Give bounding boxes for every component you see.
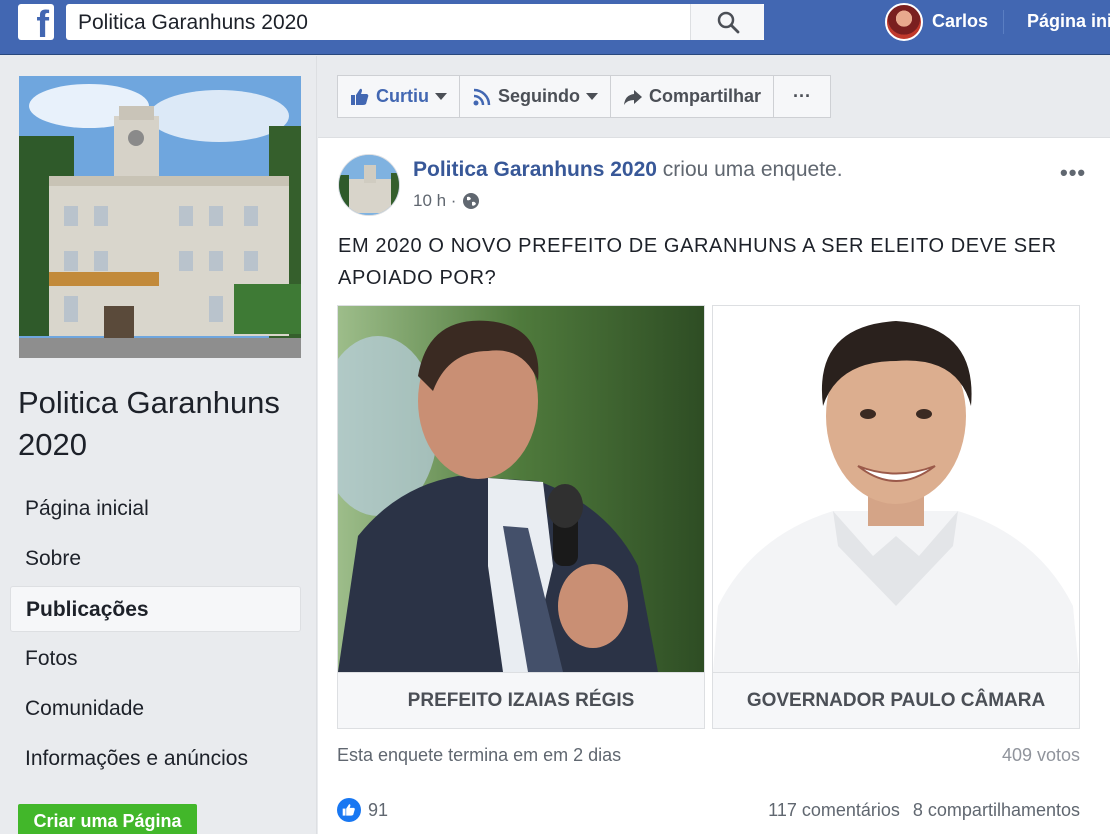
top-navigation-bar: f Politica Garanhuns 2020 Carlos Página … (0, 0, 1110, 55)
page-sidebar: Politica Garanhuns 2020 Página inicial S… (0, 56, 317, 834)
post-page-name-link[interactable]: Politica Garanhuns 2020 (413, 158, 657, 181)
facebook-logo-icon[interactable]: f (18, 4, 54, 44)
poll-end-text: Esta enquete termina em em 2 dias (337, 745, 622, 765)
post-header: Politica Garanhuns 2020 criou uma enquet… (413, 158, 843, 182)
page-nav: Página inicial Sobre Publicações Fotos C… (10, 486, 301, 786)
poll-option-2-photo (713, 306, 1079, 672)
globe-icon (463, 193, 480, 209)
share-button-label: Compartilhar (649, 86, 762, 106)
more-options-button[interactable]: ··· (773, 75, 832, 118)
following-button-label: Seguindo (498, 86, 580, 106)
nav-item-info-ads[interactable]: Informações e anúncios (10, 736, 301, 782)
nav-item-photos[interactable]: Fotos (10, 636, 301, 682)
poll-option-2-label: GOVERNADOR PAULO CÂMARA (713, 672, 1079, 728)
poll-option-1-label: PREFEITO IZAIAS RÉGIS (338, 672, 704, 728)
like-reaction-icon (337, 798, 361, 822)
following-button[interactable]: Seguindo (459, 75, 611, 118)
like-count: 91 (368, 799, 389, 820)
poll-vote-count[interactable]: 409 votos (998, 745, 1080, 766)
create-page-button[interactable]: Criar uma Página (18, 804, 197, 834)
thumbs-up-icon (351, 88, 369, 105)
comment-count-link[interactable]: 117 comentários (768, 800, 900, 820)
page-title: Politica Garanhuns 2020 (18, 385, 280, 462)
user-name-link[interactable]: Carlos (932, 11, 988, 32)
post-options-icon[interactable]: ••• (1060, 160, 1086, 186)
share-arrow-icon (624, 89, 642, 105)
chevron-down-icon (435, 93, 447, 100)
nav-item-posts[interactable]: Publicações (10, 586, 301, 632)
rss-icon (473, 88, 491, 105)
nav-item-about[interactable]: Sobre (10, 536, 301, 582)
page-profile-photo[interactable] (19, 76, 301, 358)
poll-option-1[interactable]: PREFEITO IZAIAS RÉGIS (337, 305, 705, 729)
poll-post: Politica Garanhuns 2020 criou uma enquet… (318, 137, 1110, 834)
post-action-text: criou uma enquete. (662, 158, 843, 181)
chevron-down-icon (586, 93, 598, 100)
nav-item-home[interactable]: Página inicial (10, 486, 301, 532)
more-icon: ··· (793, 86, 812, 106)
search-button[interactable] (690, 4, 764, 40)
poll-question: EM 2020 O NOVO PREFEITO DE GARANHUNS A S… (338, 235, 1057, 289)
liked-button-label: Curtiu (376, 86, 429, 106)
poll-option-2[interactable]: GOVERNADOR PAULO CÂMARA (712, 305, 1080, 729)
post-page-avatar[interactable] (338, 154, 400, 216)
nav-item-community[interactable]: Comunidade (10, 686, 301, 732)
search-icon (717, 11, 740, 34)
home-link[interactable]: Página inicial (1027, 11, 1110, 32)
reaction-summary[interactable]: 91 (337, 798, 388, 822)
liked-button[interactable]: Curtiu (337, 75, 460, 118)
post-stats: 117 comentários 8 compartilhamentos (718, 800, 1080, 821)
search-input[interactable]: Politica Garanhuns 2020 (66, 4, 764, 40)
page-action-bar: Curtiu Seguindo Compartilhar ··· (337, 75, 832, 118)
share-button[interactable]: Compartilhar (610, 75, 775, 118)
user-avatar[interactable] (885, 3, 923, 41)
post-time-text: 10 h · (413, 191, 457, 210)
share-count-link[interactable]: 8 compartilhamentos (913, 800, 1080, 820)
poll-option-1-photo (338, 306, 704, 672)
search-input-value: Politica Garanhuns 2020 (78, 11, 308, 34)
post-timestamp[interactable]: 10 h · (413, 191, 480, 211)
topbar-divider (1003, 10, 1004, 34)
